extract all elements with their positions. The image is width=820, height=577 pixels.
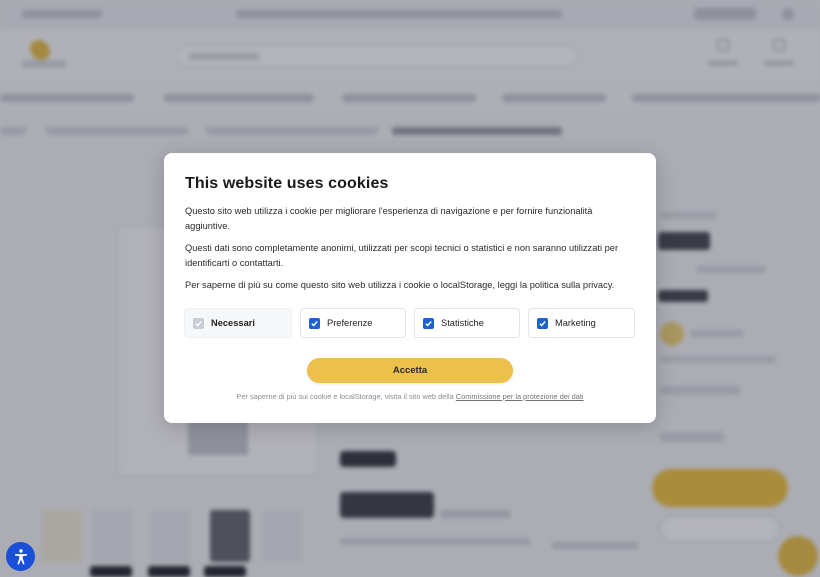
accessibility-button[interactable] xyxy=(6,542,35,571)
option-label: Necessari xyxy=(211,318,255,328)
option-preferenze[interactable]: Preferenze xyxy=(300,308,406,338)
data-protection-link[interactable]: Commissione per la protezione dei dati xyxy=(456,392,584,401)
dialog-title: This website uses cookies xyxy=(185,175,389,192)
option-label: Marketing xyxy=(555,318,596,328)
checkmark-icon xyxy=(425,320,432,327)
dialog-paragraph-2: Questi dati sono completamente anonimi, … xyxy=(185,243,619,268)
option-label: Statistiche xyxy=(441,318,484,328)
footer-text: Per saperne di più sui cookie e localSto… xyxy=(236,392,456,401)
option-label: Preferenze xyxy=(327,318,373,328)
option-statistiche[interactable]: Statistiche xyxy=(414,308,520,338)
accept-button[interactable]: Accetta xyxy=(307,358,513,383)
dialog-paragraph-1: Questo sito web utilizza i cookie per mi… xyxy=(185,206,593,231)
checkmark-icon xyxy=(539,320,546,327)
checkbox-necessari xyxy=(193,317,204,329)
checkmark-icon xyxy=(311,320,318,327)
checkbox-marketing[interactable] xyxy=(537,317,548,329)
dialog-footer: Per saperne di più sui cookie e localSto… xyxy=(164,392,656,401)
cookie-options: Necessari Preferenze Statistiche Marketi… xyxy=(184,308,636,338)
option-necessari: Necessari xyxy=(184,308,292,338)
accessibility-icon xyxy=(14,548,27,564)
option-marketing[interactable]: Marketing xyxy=(528,308,635,338)
checkbox-preferenze[interactable] xyxy=(309,317,320,329)
checkmark-icon xyxy=(195,320,202,327)
checkbox-statistiche[interactable] xyxy=(423,317,434,329)
cookie-consent-dialog: This website uses cookies Questo sito we… xyxy=(164,153,656,423)
dialog-paragraph-3: Per saperne di più su come questo sito w… xyxy=(185,280,615,290)
